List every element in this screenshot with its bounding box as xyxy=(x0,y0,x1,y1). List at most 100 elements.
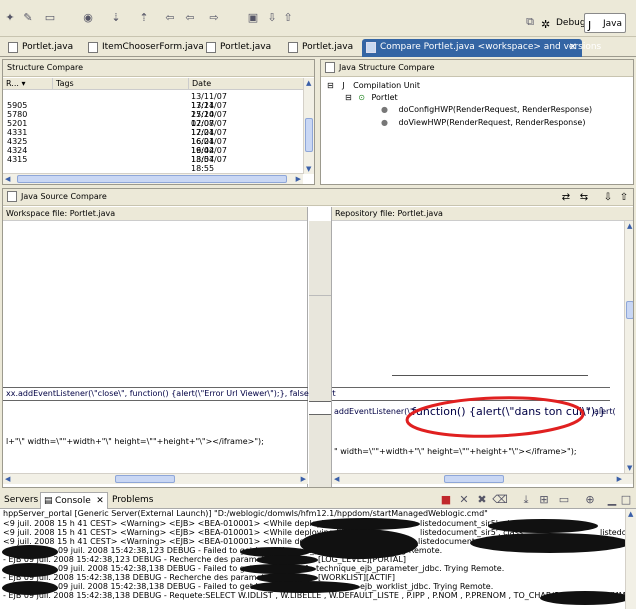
tab-portlet-java-1[interactable]: Portlet.java xyxy=(4,39,73,57)
search-icon[interactable]: ◉ xyxy=(80,10,96,26)
back-icon[interactable]: ⇦ xyxy=(162,10,178,26)
java-file-icon xyxy=(288,42,298,53)
open-perspective-icon[interactable]: ⧉ xyxy=(522,14,538,30)
tab-portlet-java-3[interactable]: Portlet.java xyxy=(284,39,353,57)
scrollbar-thumb[interactable] xyxy=(626,301,633,319)
pin-icon[interactable]: ▣ xyxy=(245,10,261,26)
vertical-scrollbar[interactable]: ▲ ▼ xyxy=(624,221,633,473)
connector-diff xyxy=(309,401,331,415)
folder-icon[interactable]: ▭ xyxy=(42,10,58,26)
horizontal-scrollbar[interactable]: ◀ ▶ xyxy=(332,473,633,484)
scroll-right-icon[interactable]: ▶ xyxy=(296,174,301,184)
tree-label: doConfigHWP(RenderRequest, RenderRespons… xyxy=(398,105,593,114)
scroll-down-icon[interactable]: ▼ xyxy=(627,463,632,473)
redaction-blob xyxy=(488,519,598,533)
method-icon: ● xyxy=(381,118,388,127)
tab-portlet-java-2[interactable]: Portlet.java xyxy=(202,39,271,57)
next-annotation-icon[interactable]: ⇡ xyxy=(136,10,152,26)
terminate-icon[interactable]: ■ xyxy=(438,492,454,508)
pin-console-icon[interactable]: ⊞ xyxy=(536,492,552,508)
redaction-blob xyxy=(2,581,58,595)
revision-cell: 5201 xyxy=(7,119,28,128)
scroll-down-icon[interactable]: ▼ xyxy=(306,164,311,174)
scroll-left-icon[interactable]: ◀ xyxy=(5,474,10,484)
collapse-icon[interactable]: ⊟ xyxy=(327,81,334,90)
annotation-icon[interactable]: ⇣ xyxy=(108,10,124,26)
connector-line xyxy=(309,295,331,296)
horizontal-scrollbar[interactable]: ◀ ▶ xyxy=(3,473,308,484)
date-cell: 13/04/07 18:55 xyxy=(191,155,227,173)
bottom-tab-bar: Servers ▤ Console ✕ Problems ■ ✕ ✖ ⌫ ⤓ ⊞… xyxy=(0,490,636,510)
scroll-right-icon[interactable]: ▶ xyxy=(301,474,306,484)
scroll-left-icon[interactable]: ◀ xyxy=(5,174,10,184)
vertical-scrollbar[interactable]: ▲ xyxy=(625,509,636,609)
remove-all-icon[interactable]: ✖ xyxy=(474,492,490,508)
scrollbar-thumb[interactable] xyxy=(115,475,175,483)
tab-problems[interactable]: Problems xyxy=(102,492,153,510)
code-line[interactable]: l+"\" width=\""+width+"\" height=\""+hei… xyxy=(6,437,264,447)
tree-item-method[interactable]: ● doConfigHWP(RenderRequest, RenderRespo… xyxy=(381,104,592,115)
tab-label: Servers xyxy=(4,495,39,505)
vertical-scrollbar[interactable]: ▲ ▼ xyxy=(303,78,314,174)
copy-left-icon[interactable]: ⇄ xyxy=(559,191,573,204)
panel-title-bar: Java Structure Compare xyxy=(321,60,633,77)
panel-title: Java Source Compare xyxy=(21,192,107,201)
tab-label: ItemChooserForm.java xyxy=(102,42,204,52)
code-line[interactable]: alert( xyxy=(594,407,616,417)
open-type-icon[interactable]: ✎ xyxy=(20,10,36,26)
column-header-tags[interactable]: Tags xyxy=(53,78,189,90)
panel-title: Structure Compare xyxy=(3,60,314,77)
scroll-left-icon[interactable]: ◀ xyxy=(334,474,339,484)
column-header-revision[interactable]: R... ▾ xyxy=(3,78,53,90)
down-arrow-icon[interactable]: ⇩ xyxy=(264,10,280,26)
scrollbar-thumb[interactable] xyxy=(17,175,287,183)
scrollbar-thumb[interactable] xyxy=(305,118,313,152)
redaction-blob xyxy=(2,563,58,577)
tree-item-method[interactable]: ● doViewHWP(RenderRequest, RenderRespons… xyxy=(381,117,585,128)
editor-tab-bar: Portlet.java ItemChooserForm.java Portle… xyxy=(0,37,636,57)
console-output[interactable]: hppServer_portal [Generic Server(Externa… xyxy=(0,509,636,609)
open-console-icon[interactable]: ⊕ xyxy=(582,492,598,508)
tree-item-compilation-unit[interactable]: ⊟ J Compilation Unit xyxy=(327,80,420,91)
up-arrow-icon[interactable]: ⇧ xyxy=(280,10,296,26)
next-difference-icon[interactable]: ⇩ xyxy=(601,191,615,204)
diff-marker xyxy=(392,375,588,381)
java-perspective-button[interactable]: J Java xyxy=(584,13,626,33)
tab-label: Problems xyxy=(112,495,154,505)
column-label: R... xyxy=(6,79,19,88)
new-icon[interactable]: ✦ xyxy=(2,10,18,26)
workspace-file-pane: Workspace file: Portlet.java xx.addEvent… xyxy=(3,207,336,487)
copy-right-icon[interactable]: ⇆ xyxy=(577,191,591,204)
scroll-lock-icon[interactable]: ⤓ xyxy=(518,492,534,508)
clear-console-icon[interactable]: ⌫ xyxy=(492,492,508,508)
horizontal-scrollbar[interactable]: ◀ ▶ xyxy=(3,173,303,184)
scroll-up-icon[interactable]: ▲ xyxy=(306,78,311,88)
code-line[interactable]: " width=\""+width+"\" height=\""+height+… xyxy=(334,447,577,457)
compilation-unit-icon: J xyxy=(342,81,345,90)
scroll-up-icon[interactable]: ▲ xyxy=(628,509,633,519)
collapse-icon[interactable]: ⊟ xyxy=(345,93,352,102)
revision-cell: 4315 xyxy=(7,155,28,164)
close-icon[interactable]: ✕ xyxy=(569,39,577,56)
display-console-icon[interactable]: ▭ xyxy=(556,492,572,508)
tab-label: Portlet.java xyxy=(302,42,354,52)
revision-cell: 5780 xyxy=(7,110,28,119)
tree-item-portlet-class[interactable]: ⊟ ⊙ Portlet xyxy=(345,92,398,103)
redaction-blob xyxy=(470,533,630,553)
scroll-up-icon[interactable]: ▲ xyxy=(627,221,632,231)
back-dropdown-icon[interactable]: ⇦ xyxy=(182,10,198,26)
tab-itemchooserform-java[interactable]: ItemChooserForm.java xyxy=(84,39,204,57)
tab-compare-portlet[interactable]: Compare Portlet.java <workspace> and ver… xyxy=(362,39,601,57)
maximize-icon[interactable]: □ xyxy=(618,492,634,508)
forward-icon[interactable]: ⇨ xyxy=(206,10,222,26)
tab-console[interactable]: ▤ Console ✕ xyxy=(40,492,108,510)
column-header-date[interactable]: Date xyxy=(189,78,305,90)
code-line[interactable]: xx.addEventListener(\"close\", function(… xyxy=(6,389,336,399)
tab-servers[interactable]: Servers xyxy=(2,492,38,510)
previous-difference-icon[interactable]: ⇧ xyxy=(617,191,631,204)
tab-label: Portlet.java xyxy=(220,42,272,52)
scrollbar-thumb[interactable] xyxy=(444,475,504,483)
remove-launch-icon[interactable]: ✕ xyxy=(456,492,472,508)
debug-perspective-button[interactable]: ✲ Debug xyxy=(538,13,590,33)
scroll-right-icon[interactable]: ▶ xyxy=(617,474,622,484)
